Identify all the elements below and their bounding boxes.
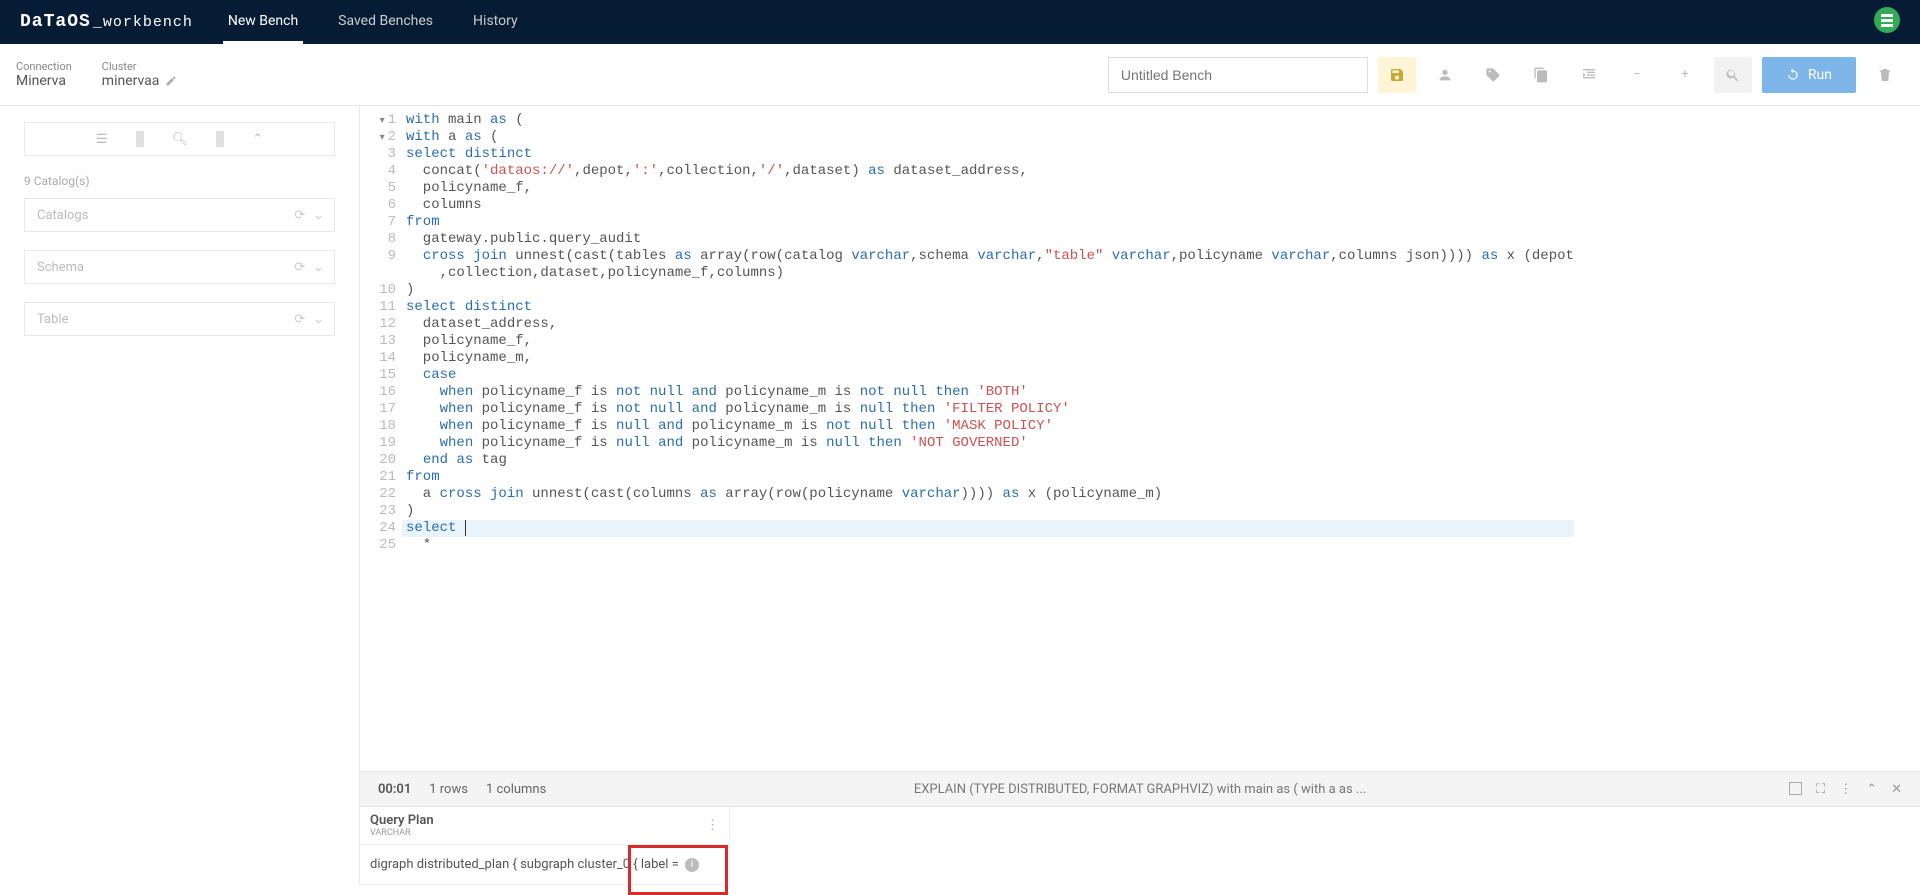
- catalogs-select[interactable]: Catalogs ⟳ ⌄: [24, 198, 335, 232]
- logo-main: DaTaOS: [20, 12, 91, 32]
- logo: DaTaOS _workbench: [20, 12, 193, 32]
- cluster-value: minervaa: [102, 73, 178, 89]
- run-icon: [1786, 68, 1800, 82]
- catalogs-label: Catalogs: [37, 208, 88, 223]
- indent-icon[interactable]: [1570, 57, 1608, 93]
- tag-icon[interactable]: [1474, 57, 1512, 93]
- pencil-icon[interactable]: [165, 75, 177, 87]
- column-title: Query Plan: [370, 813, 434, 828]
- cluster-label: Cluster: [102, 60, 178, 73]
- nav-tab-new-bench[interactable]: New Bench: [223, 1, 303, 44]
- gutter: ▾1▾2345678910111213141516171819202122232…: [360, 112, 406, 771]
- plus-icon[interactable]: +: [1666, 57, 1704, 93]
- code[interactable]: with main as (with a as (select distinct…: [406, 112, 1574, 771]
- cluster-value-text: minervaa: [102, 73, 160, 89]
- table-label: Table: [37, 312, 68, 327]
- header-right: [1874, 7, 1900, 37]
- nav-tab-saved-benches[interactable]: Saved Benches: [333, 1, 438, 44]
- search-icon[interactable]: [1714, 57, 1752, 93]
- query-summary: EXPLAIN (TYPE DISTRIBUTED, FORMAT GRAPHV…: [914, 782, 1366, 797]
- bench-title-input[interactable]: [1108, 57, 1368, 93]
- table-select[interactable]: Table ⟳ ⌄: [24, 302, 335, 336]
- schema-select[interactable]: Schema ⟳ ⌄: [24, 250, 335, 284]
- results-checkbox[interactable]: [1789, 782, 1802, 795]
- connection-value: Minerva: [16, 73, 72, 89]
- copy-icon[interactable]: [1522, 57, 1560, 93]
- save-button[interactable]: [1378, 57, 1416, 93]
- refresh-icon[interactable]: ⟳: [294, 260, 305, 275]
- close-icon[interactable]: ✕: [1891, 782, 1902, 797]
- run-button[interactable]: Run: [1762, 57, 1856, 93]
- sidebar: ☰ 🔍︎ ⌃ 9 Catalog(s) Catalogs ⟳ ⌄ Schema ⟳…: [0, 106, 360, 885]
- logo-sub: _workbench: [93, 14, 193, 31]
- connection-group[interactable]: Connection Minerva: [16, 60, 72, 89]
- chevron-down-icon[interactable]: ⌄: [313, 260, 324, 275]
- trash-icon[interactable]: [1866, 57, 1904, 93]
- results-actions: ⛶ ⋮ ⌃ ✕: [1789, 782, 1902, 797]
- subheader: Connection Minerva Cluster minervaa − + …: [0, 44, 1920, 106]
- schema-label: Schema: [37, 260, 84, 275]
- nav-tabs: New Bench Saved Benches History: [223, 1, 523, 44]
- chevron-up-icon[interactable]: ⌃: [248, 132, 267, 147]
- editor-area: ▾1▾2345678910111213141516171819202122232…: [360, 106, 1920, 885]
- column-count: 1 columns: [486, 782, 546, 797]
- run-label: Run: [1808, 67, 1832, 83]
- chevron-down-icon[interactable]: ⌄: [313, 208, 324, 223]
- expand-icon[interactable]: ⛶: [1816, 782, 1825, 797]
- collapse-up-icon[interactable]: ⌃: [1866, 782, 1877, 797]
- nav-tab-history[interactable]: History: [468, 1, 523, 44]
- column-menu-icon[interactable]: ⋮: [706, 818, 719, 833]
- sidebar-toolbar: ☰ 🔍︎ ⌃: [24, 122, 335, 156]
- refresh-icon[interactable]: ⟳: [294, 312, 305, 327]
- refresh-icon[interactable]: ⟳: [294, 208, 305, 223]
- user-icon[interactable]: [1426, 57, 1464, 93]
- chevron-down-icon[interactable]: ⌄: [313, 312, 324, 327]
- main: ☰ 🔍︎ ⌃ 9 Catalog(s) Catalogs ⟳ ⌄ Schema ⟳…: [0, 106, 1920, 885]
- results-body: Query Plan VARCHAR ⋮ digraph distributed…: [360, 807, 1920, 885]
- top-header: DaTaOS _workbench New Bench Saved Benche…: [0, 0, 1920, 44]
- subheader-right: − + Run: [1108, 57, 1904, 93]
- code-editor[interactable]: ▾1▾2345678910111213141516171819202122232…: [360, 106, 1920, 771]
- minus-icon[interactable]: −: [1618, 57, 1656, 93]
- cluster-group[interactable]: Cluster minervaa: [102, 60, 178, 89]
- annotation-box: [628, 845, 728, 895]
- menu-icon[interactable]: ☰: [92, 132, 112, 147]
- elapsed-time: 00:01: [378, 782, 411, 797]
- column-header[interactable]: Query Plan VARCHAR ⋮: [360, 807, 730, 845]
- catalog-count: 9 Catalog(s): [24, 174, 335, 188]
- avatar-icon[interactable]: [1874, 7, 1900, 33]
- more-icon[interactable]: ⋮: [1839, 782, 1852, 797]
- connection-label: Connection: [16, 60, 72, 73]
- column-type: VARCHAR: [370, 828, 434, 838]
- row-count: 1 rows: [429, 782, 468, 797]
- results-bar: 00:01 1 rows 1 columns EXPLAIN (TYPE DIS…: [360, 771, 1920, 807]
- search-sidebar-icon[interactable]: 🔍︎: [168, 132, 193, 147]
